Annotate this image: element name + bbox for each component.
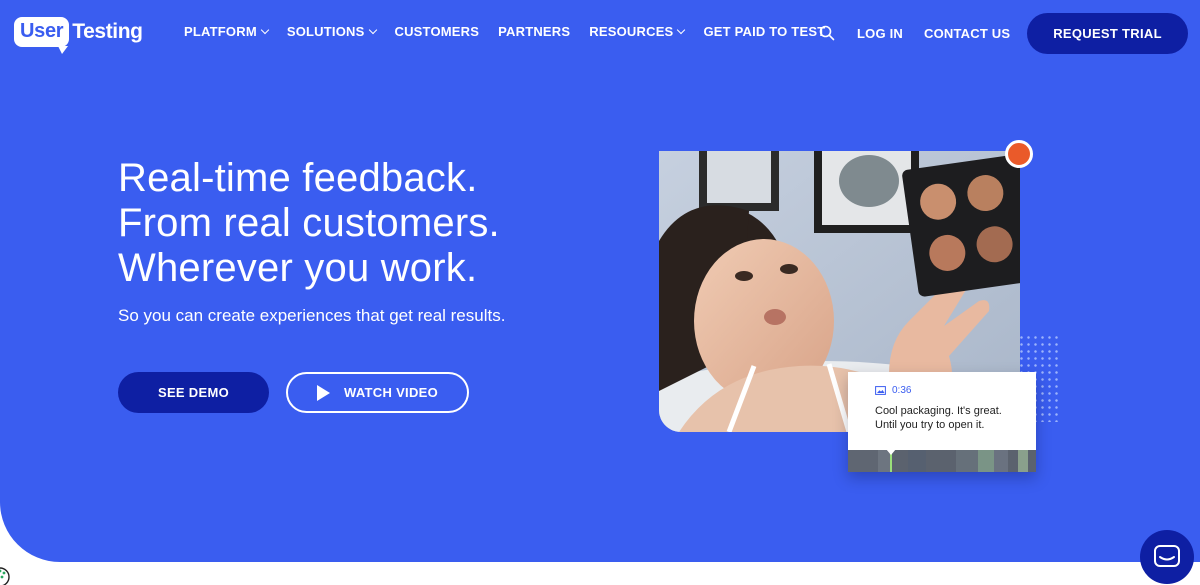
record-dot-icon [1005,140,1033,168]
nav-resources-label: RESOURCES [589,24,674,39]
see-demo-button[interactable]: SEE DEMO [118,372,269,413]
main-nav: PLATFORM SOLUTIONS CUSTOMERS PARTNERS RE… [184,24,844,39]
nav-partners-label: PARTNERS [498,24,571,39]
chevron-down-icon [368,25,377,34]
hero-section: User Testing PLATFORM SOLUTIONS CUSTOMER… [0,0,1200,562]
hero-subhead: So you can create experiences that get r… [118,306,506,325]
chat-icon [1154,545,1180,567]
contact-us-link[interactable]: CONTACT US [924,26,1010,41]
chat-launcher-button[interactable] [1140,530,1194,584]
timeline-segments [848,450,1028,472]
headline-line-3: Wherever you work. [118,246,478,290]
feedback-comment-card: 0:36 Cool packaging. It's great. Until y… [848,372,1036,472]
decorative-flower-icon [0,567,10,585]
nav-get-paid-label: GET PAID TO TEST [703,24,826,39]
usertesting-logo[interactable]: User Testing [14,15,143,54]
site-header: User Testing PLATFORM SOLUTIONS CUSTOMER… [0,0,1200,66]
comment-time-label: 0:36 [892,385,912,396]
headline-line-2: From real customers. [118,201,500,245]
chevron-down-icon [260,25,270,34]
headline-line-1: Real-time feedback. [118,156,478,200]
nav-customers[interactable]: CUSTOMERS [395,24,480,39]
nav-resources[interactable]: RESOURCES [589,24,686,39]
nav-partners[interactable]: PARTNERS [498,24,570,39]
hero-headline: Real-time feedback. From real customers.… [118,156,500,291]
nav-solutions-label: SOLUTIONS [286,24,365,39]
logo-bubble: User [14,17,70,54]
comment-text: Cool packaging. It's great. Until you tr… [875,405,1002,431]
nav-platform-label: PLATFORM [184,24,257,39]
nav-platform[interactable]: PLATFORM [184,24,270,39]
search-icon[interactable] [819,25,835,41]
nav-customers-label: CUSTOMERS [394,24,480,39]
nav-solutions[interactable]: SOLUTIONS [286,24,377,39]
logo-text: Testing [72,20,143,43]
watch-video-button[interactable]: WATCH VIDEO [286,372,469,413]
login-link[interactable]: LOG IN [857,26,903,41]
play-icon [316,384,330,401]
video-timeline[interactable] [848,450,1036,472]
nav-get-paid-to-test[interactable]: GET PAID TO TEST [703,24,825,39]
image-icon [875,386,886,395]
chevron-down-icon [677,25,686,34]
comment-timestamp: 0:36 [875,385,911,396]
request-trial-button[interactable]: REQUEST TRIAL [1027,13,1188,54]
timeline-pin-icon [886,450,896,455]
watch-video-label: WATCH VIDEO [343,385,439,400]
